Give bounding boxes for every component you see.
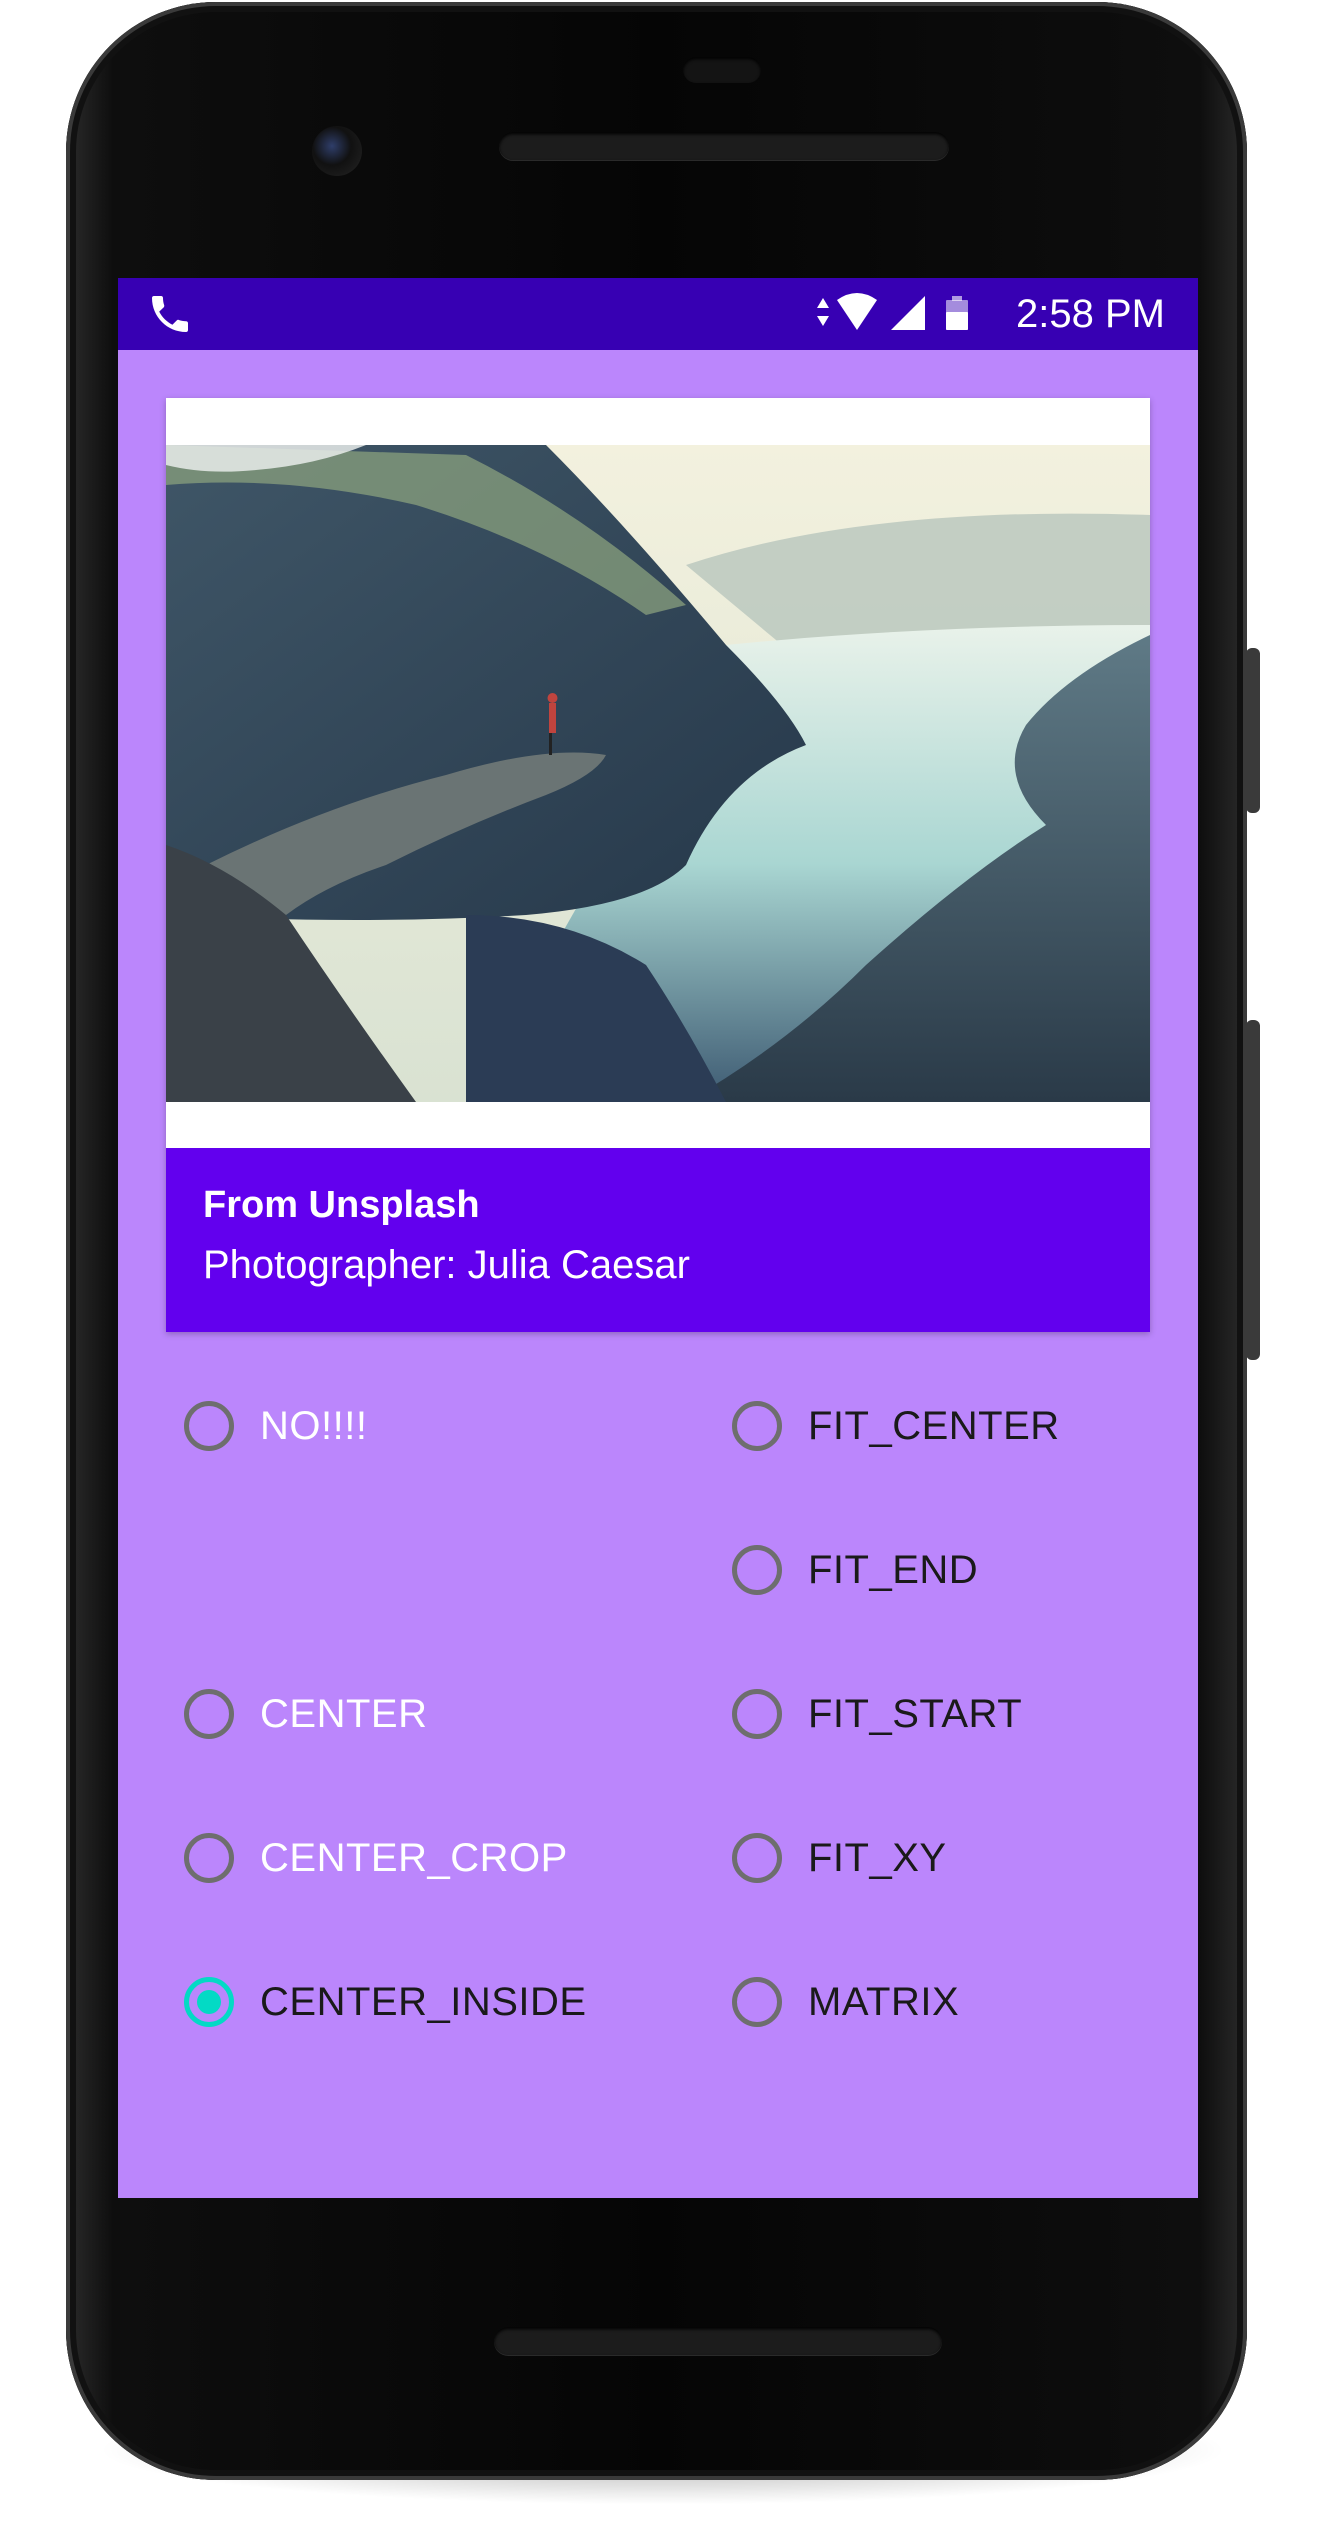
mountain-fjord-photo bbox=[166, 445, 1150, 1102]
earpiece-speaker bbox=[499, 132, 949, 160]
radio-button-selected[interactable] bbox=[184, 1977, 234, 2027]
radio-label: NO!!!! bbox=[260, 1403, 368, 1448]
radio-button[interactable] bbox=[732, 1401, 782, 1451]
front-camera bbox=[312, 126, 362, 176]
radio-label: MATRIX bbox=[808, 1979, 960, 2024]
photo-caption: From Unsplash Photographer: Julia Caesar bbox=[166, 1148, 1150, 1332]
radio-center-inside[interactable]: CENTER_INSIDE bbox=[184, 1962, 587, 2042]
caption-photographer: Photographer: Julia Caesar bbox=[203, 1243, 690, 1287]
radio-button[interactable] bbox=[184, 1689, 234, 1739]
radio-label: FIT_XY bbox=[808, 1835, 947, 1880]
radio-center-crop[interactable]: CENTER_CROP bbox=[184, 1818, 568, 1898]
radio-label: FIT_START bbox=[808, 1691, 1023, 1736]
radio-fit-center[interactable]: FIT_CENTER bbox=[732, 1386, 1060, 1466]
battery-icon bbox=[946, 296, 968, 330]
status-time: 2:58 PM bbox=[1016, 292, 1165, 336]
radio-label: FIT_CENTER bbox=[808, 1403, 1060, 1448]
radio-fit-start[interactable]: FIT_START bbox=[732, 1674, 1022, 1754]
radio-fit-xy[interactable]: FIT_XY bbox=[732, 1818, 947, 1898]
radio-button[interactable] bbox=[732, 1833, 782, 1883]
radio-fit-end[interactable]: FIT_END bbox=[732, 1530, 978, 1610]
status-icons bbox=[817, 293, 968, 330]
radio-label: CENTER bbox=[260, 1691, 428, 1736]
radio-label: CENTER_CROP bbox=[260, 1835, 568, 1880]
wifi-icon bbox=[837, 293, 877, 330]
radio-button[interactable] bbox=[732, 1545, 782, 1595]
radio-matrix[interactable]: MATRIX bbox=[732, 1962, 959, 2042]
power-button[interactable] bbox=[1246, 648, 1260, 813]
phone-icon bbox=[152, 296, 188, 332]
radio-center[interactable]: CENTER bbox=[184, 1674, 427, 1754]
radio-label: FIT_END bbox=[808, 1547, 979, 1592]
radio-button[interactable] bbox=[184, 1833, 234, 1883]
volume-button[interactable] bbox=[1246, 1020, 1260, 1360]
bottom-speaker bbox=[494, 2327, 942, 2355]
data-arrows-icon bbox=[817, 298, 829, 326]
signal-icon bbox=[891, 296, 925, 330]
front-sensor bbox=[683, 57, 761, 83]
caption-title: From Unsplash bbox=[203, 1184, 480, 1226]
radio-button[interactable] bbox=[184, 1401, 234, 1451]
image-card: From Unsplash Photographer: Julia Caesar bbox=[166, 398, 1150, 1332]
app-screen: 2:58 PM From Unsplash Photographer: Juli… bbox=[118, 278, 1198, 2198]
radio-button[interactable] bbox=[732, 1689, 782, 1739]
radio-button[interactable] bbox=[732, 1977, 782, 2027]
radio-label: CENTER_INSIDE bbox=[260, 1979, 587, 2024]
radio-no[interactable]: NO!!!! bbox=[184, 1386, 367, 1466]
status-bar: 2:58 PM bbox=[118, 278, 1198, 350]
